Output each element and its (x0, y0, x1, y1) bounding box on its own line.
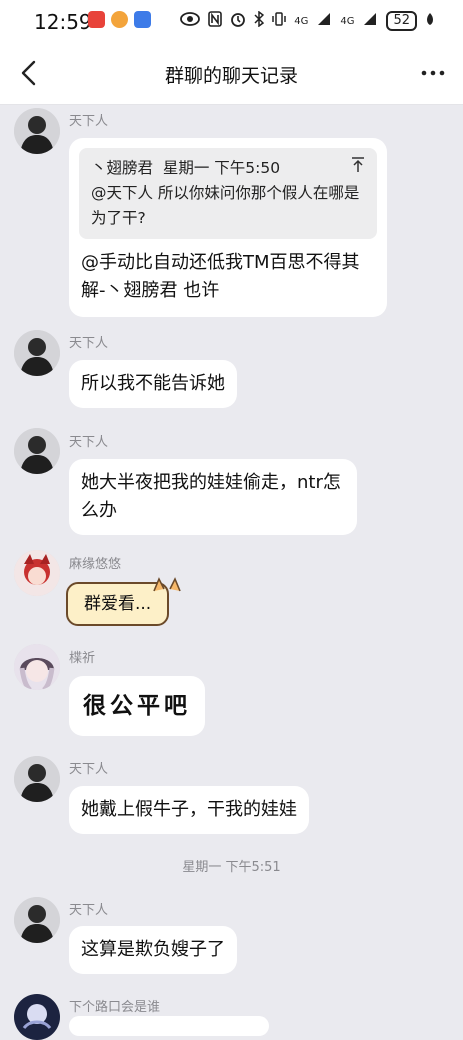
message-bubble[interactable]: 很公平吧 (69, 676, 205, 736)
message-bubble[interactable]: 她戴上假牛子，干我的娃娃 (69, 786, 309, 834)
message-bubble[interactable]: 丶翅膀君 星期一 下午5:50 @天下人 所以你妹问你那个假人在哪是为了干? @… (69, 138, 387, 317)
wifi-icon (316, 12, 332, 30)
message-text: 她戴上假牛子，干我的娃娃 (81, 799, 297, 820)
sender-name: 天下人 (69, 435, 109, 450)
message-bubble[interactable]: 这算是欺负嫂子了 (69, 926, 237, 974)
quoted-message[interactable]: 丶翅膀君 星期一 下午5:50 @天下人 所以你妹问你那个假人在哪是为了干? (79, 148, 377, 239)
avatar[interactable] (14, 550, 60, 596)
cat-ears-decoration-icon (150, 575, 184, 597)
avatar[interactable] (14, 644, 60, 690)
signal-4g-icon: 4G (340, 15, 355, 27)
nav-bar: 群聊的聊天记录 (0, 44, 463, 105)
page-title: 群聊的聊天记录 (164, 65, 298, 87)
status-indicators: 4G 4G 52 (180, 10, 435, 31)
vibrate-icon (272, 11, 286, 31)
message-bubble[interactable]: 所以我不能告诉她 (69, 360, 237, 408)
message-text: 这算是欺负嫂子了 (81, 939, 225, 960)
app-notification-icon (134, 11, 151, 28)
status-bar: 12:59 4G 4G 52 (0, 0, 463, 44)
message-text: 群爱看... (84, 594, 152, 614)
sender-name: 天下人 (69, 762, 109, 777)
message-text: 很公平吧 (83, 693, 191, 719)
message-bubble[interactable]: 她大半夜把我的娃娃偷走，ntr怎么办 (69, 459, 357, 535)
sender-name: 下个路口会是谁 (69, 1000, 161, 1015)
status-app-icons (88, 11, 151, 28)
sender-name: 天下人 (69, 903, 109, 918)
status-time: 12:59 (34, 10, 92, 34)
timestamp-divider: 星期一 下午5:51 (182, 860, 281, 875)
bluetooth-icon (254, 10, 265, 31)
quote-time: 星期一 下午5:50 (162, 159, 281, 177)
jump-to-message-icon[interactable] (351, 156, 365, 181)
sender-name: 楪祈 (69, 651, 96, 666)
alarm-icon (230, 11, 246, 31)
sender-name: 天下人 (69, 336, 109, 351)
avatar[interactable] (14, 330, 60, 376)
weibo-icon (111, 11, 128, 28)
avatar[interactable] (14, 108, 60, 154)
avatar[interactable] (14, 756, 60, 802)
message-text: 所以我不能告诉她 (81, 373, 225, 394)
quote-text: @天下人 所以你妹问你那个假人在哪是为了干? (91, 184, 360, 227)
message-bubble[interactable] (69, 1016, 269, 1036)
signal-icon (362, 12, 378, 30)
quote-author: 丶翅膀君 (91, 159, 154, 177)
battery-icon: 52 (386, 11, 417, 31)
nfc-icon (208, 11, 223, 31)
eye-icon (180, 12, 201, 30)
leaf-icon (425, 12, 435, 30)
message-text: @手动比自动还低我TM百思不得其解-丶翅膀君 也许 (81, 252, 360, 301)
message-text: 她大半夜把我的娃娃偷走，ntr怎么办 (81, 472, 341, 521)
app-notification-icon (88, 11, 105, 28)
avatar[interactable] (14, 897, 60, 943)
avatar[interactable] (14, 994, 60, 1040)
signal-4g-icon: 4G (294, 15, 309, 27)
more-options-button[interactable] (421, 58, 445, 94)
sender-name: 天下人 (69, 114, 109, 129)
avatar[interactable] (14, 428, 60, 474)
sender-name: 麻缘悠悠 (69, 557, 122, 572)
